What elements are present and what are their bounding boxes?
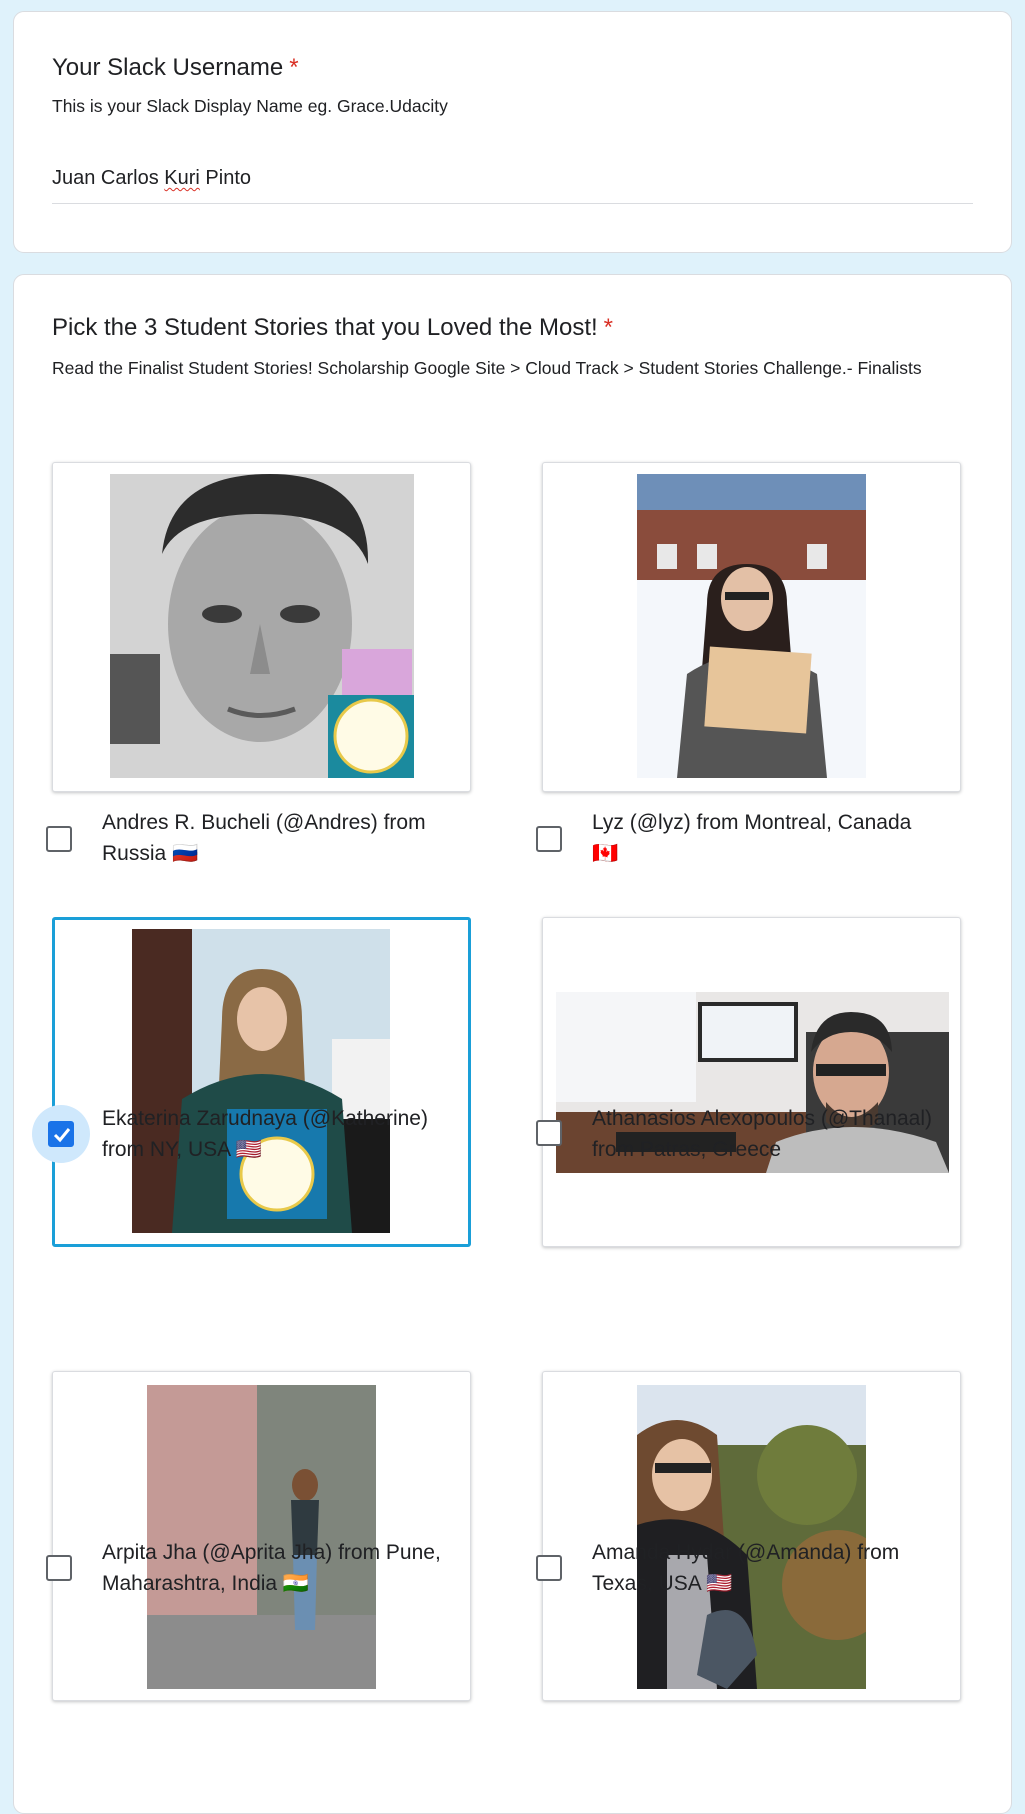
option-label-line: from NY, USA 🇺🇸 [102, 1138, 262, 1161]
option-image-card[interactable] [542, 462, 961, 792]
option-label-line: Arpita Jha (@Aprita Jha) from Pune, [102, 1541, 441, 1564]
required-asterisk: * [603, 314, 613, 341]
option-label-line: Maharashtra, India 🇮🇳 [102, 1572, 310, 1595]
option-image-card[interactable] [52, 1371, 471, 1701]
question-title-text: Your Slack Username [52, 54, 284, 81]
option-label-line: Athanasios Alexopoulos (@Thanaal) [592, 1107, 933, 1130]
option-image-card-selected[interactable] [52, 917, 471, 1247]
option-label-line: Texas, USA 🇺🇸 [592, 1572, 733, 1595]
answer-text-part: Pinto [199, 167, 252, 189]
option-label: Amanda Hydar (@Amanda) from Texas, USA 🇺… [592, 1537, 952, 1599]
option-image-card[interactable] [542, 917, 961, 1247]
question-title-text: Pick the 3 Student Stories that you Love… [52, 314, 598, 341]
option-label: Lyz (@lyz) from Montreal, Canada 🇨🇦 [592, 807, 952, 869]
option-image-card[interactable] [52, 462, 471, 792]
student-photo [110, 474, 414, 778]
option-image-card[interactable] [542, 1371, 961, 1701]
option-checkbox[interactable] [536, 1120, 562, 1146]
misspelled-word: Kuri [164, 167, 200, 189]
option-checkbox-checked[interactable] [48, 1121, 74, 1147]
student-photo [132, 929, 390, 1233]
option-label: Andres R. Bucheli (@Andres) from Russia … [102, 807, 462, 869]
option-checkbox[interactable] [46, 1555, 72, 1581]
question-title: Pick the 3 Student Stories that you Love… [52, 314, 613, 342]
student-stories-card: Pick the 3 Student Stories that you Love… [13, 274, 1012, 1814]
option-label: Ekaterina Zarudnaya (@Katherine) from NY… [102, 1103, 462, 1165]
option-label: Athanasios Alexopoulos (@Thanaal) from P… [592, 1103, 952, 1165]
option-label-line: Ekaterina Zarudnaya (@Katherine) [102, 1107, 428, 1130]
option-label-line: from Patras, Greece [592, 1138, 782, 1161]
slack-username-input[interactable]: Juan Carlos Kuri Pinto [52, 167, 972, 190]
student-photo [637, 474, 866, 778]
option-checkbox[interactable] [536, 1555, 562, 1581]
option-label-line: Andres R. Bucheli (@Andres) from [102, 811, 426, 834]
answer-text-part: Juan Carlos [52, 167, 165, 189]
option-label-line: Amanda Hydar (@Amanda) from [592, 1541, 900, 1564]
input-underline [52, 203, 973, 204]
checkmark-icon [53, 1128, 71, 1143]
option-label-line: 🇨🇦 [592, 842, 619, 865]
option-label: Arpita Jha (@Aprita Jha) from Pune, Maha… [102, 1537, 462, 1599]
question-description: Read the Finalist Student Stories! Schol… [52, 358, 922, 378]
option-checkbox[interactable] [536, 826, 562, 852]
option-checkbox[interactable] [46, 826, 72, 852]
required-asterisk: * [289, 54, 299, 81]
slack-username-card: Your Slack Username * This is your Slack … [13, 11, 1012, 253]
question-title: Your Slack Username * [52, 54, 299, 82]
option-label-line: Lyz (@lyz) from Montreal, Canada [592, 811, 912, 834]
option-label-line: Russia 🇷🇺 [102, 842, 199, 865]
question-description: This is your Slack Display Name eg. Grac… [52, 96, 448, 116]
